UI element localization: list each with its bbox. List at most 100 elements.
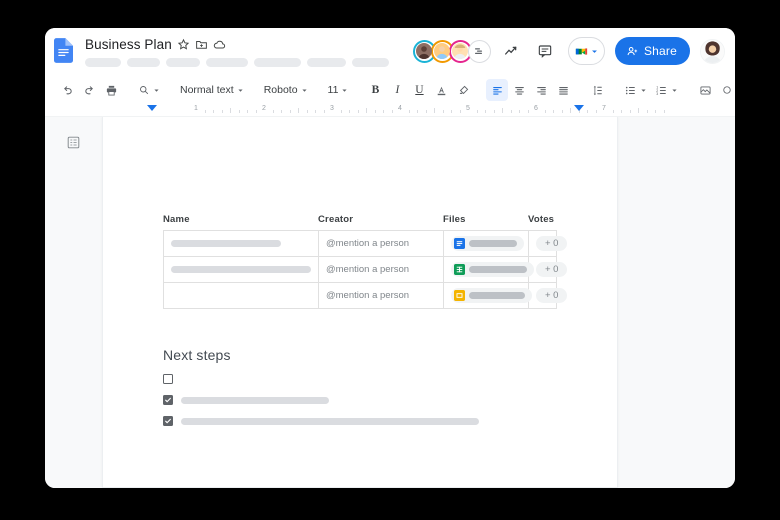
ruler-tick	[655, 110, 656, 113]
menu-item-insert[interactable]	[206, 58, 248, 67]
vote-chip[interactable]: + 0	[536, 236, 568, 251]
right-indent-marker[interactable]	[574, 105, 584, 111]
file-name-placeholder-bar	[469, 292, 525, 299]
menu-bar	[85, 58, 413, 67]
italic-button[interactable]: I	[386, 79, 408, 101]
ruler-tick	[587, 110, 588, 113]
google-docs-logo-icon[interactable]	[54, 38, 73, 63]
comments-button[interactable]	[531, 37, 559, 65]
ruler-tick	[502, 108, 503, 113]
formatting-toolbar: Normal text Roboto 11 B I U 1 2 3	[45, 76, 735, 104]
vote-chip[interactable]: + 0	[536, 262, 568, 277]
cell-name[interactable]	[164, 283, 319, 308]
mention-placeholder[interactable]: @mention a person	[326, 264, 409, 275]
next-steps-heading: Next steps	[163, 347, 231, 363]
ruler-tick	[238, 110, 240, 113]
cell-votes[interactable]: + 0	[529, 283, 622, 308]
task-item[interactable]	[163, 395, 557, 405]
app-header: Business Plan Share	[45, 28, 735, 76]
font-family-value: Roboto	[263, 84, 298, 96]
table-row[interactable]: @mention a person + 0	[164, 231, 568, 257]
bold-button[interactable]: B	[364, 79, 386, 101]
document-page[interactable]: Name Creator Files Votes @mention a pers…	[102, 117, 618, 488]
menu-item-extensions[interactable]	[352, 58, 389, 67]
column-header-creator: Creator	[318, 214, 354, 225]
file-chip[interactable]	[451, 288, 532, 303]
underline-button[interactable]: U	[408, 79, 430, 101]
mention-placeholder[interactable]: @mention a person	[326, 290, 409, 301]
text-color-button[interactable]	[430, 79, 452, 101]
insert-image-button[interactable]	[694, 79, 716, 101]
ruler-tick	[646, 110, 648, 113]
file-name-placeholder-bar	[469, 266, 527, 273]
cell-creator[interactable]: @mention a person	[319, 283, 444, 308]
undo-button[interactable]	[56, 79, 78, 101]
cell-votes[interactable]: + 0	[529, 231, 622, 256]
zoom-control[interactable]	[134, 79, 164, 101]
checkbox-unchecked-icon[interactable]	[163, 374, 173, 384]
file-chip[interactable]	[451, 236, 524, 251]
ruler-tick	[383, 110, 384, 113]
redo-button[interactable]	[78, 79, 100, 101]
star-icon[interactable]	[177, 38, 190, 51]
checkbox-checked-icon[interactable]	[163, 395, 173, 405]
chevron-down-icon	[672, 89, 678, 92]
move-to-folder-icon[interactable]	[195, 38, 208, 51]
line-spacing-button[interactable]	[586, 79, 608, 101]
menu-item-format[interactable]	[254, 58, 301, 67]
share-button[interactable]: Share	[614, 37, 690, 65]
cell-files[interactable]	[444, 231, 529, 256]
ruler-tick	[570, 108, 571, 113]
align-center-button[interactable]	[508, 79, 530, 101]
document-title[interactable]: Business Plan	[85, 37, 172, 52]
file-chip[interactable]	[451, 262, 534, 277]
align-right-button[interactable]	[530, 79, 552, 101]
checkbox-checked-icon[interactable]	[163, 416, 173, 426]
present-screen-icon[interactable]	[467, 39, 491, 63]
account-avatar[interactable]	[700, 38, 725, 64]
highlight-color-button[interactable]	[452, 79, 474, 101]
menu-item-tools[interactable]	[307, 58, 346, 67]
task-item[interactable]	[163, 416, 557, 426]
menu-item-edit[interactable]	[127, 58, 160, 67]
insert-link-button[interactable]	[716, 79, 735, 101]
align-justify-button[interactable]	[552, 79, 574, 101]
ruler-tick	[272, 110, 274, 113]
ruler-tick	[553, 110, 554, 113]
cell-files[interactable]	[444, 257, 534, 282]
menu-item-file[interactable]	[85, 58, 121, 67]
numbered-list-dropdown[interactable]: 1 2 3	[651, 79, 682, 101]
paragraph-style-dropdown[interactable]: Normal text	[176, 79, 248, 101]
docs-file-icon	[454, 238, 465, 249]
table-row[interactable]: @mention a person + 0	[164, 257, 568, 283]
print-button[interactable]	[100, 79, 122, 101]
cell-name[interactable]	[164, 257, 319, 282]
horizontal-ruler[interactable]: 1 2 3 4 5 6 7	[45, 104, 735, 117]
bulleted-list-dropdown[interactable]	[620, 79, 651, 101]
ruler-tick	[638, 108, 639, 113]
task-item[interactable]	[163, 374, 557, 384]
left-indent-marker[interactable]	[147, 105, 157, 111]
document-outline-button[interactable]	[63, 131, 85, 153]
vote-chip[interactable]: + 0	[536, 288, 568, 303]
task-placeholder-bar	[181, 417, 479, 425]
ruler-tick	[340, 110, 342, 113]
align-left-button[interactable]	[486, 79, 509, 101]
ruler-tick	[434, 108, 435, 113]
cell-files[interactable]	[444, 283, 532, 308]
file-name-placeholder-bar	[469, 240, 517, 247]
table-row[interactable]: @mention a person + 0	[164, 283, 568, 309]
cell-name[interactable]	[164, 231, 319, 256]
menu-item-view[interactable]	[166, 58, 200, 67]
google-meet-button[interactable]	[567, 37, 605, 65]
activity-dashboard-button[interactable]	[497, 37, 525, 65]
title-row: Business Plan	[85, 35, 413, 53]
cell-votes[interactable]: + 0	[529, 257, 622, 282]
paragraph-style-value: Normal text	[180, 84, 234, 96]
cloud-saved-icon[interactable]	[213, 38, 226, 51]
mention-placeholder[interactable]: @mention a person	[326, 238, 409, 249]
cell-creator[interactable]: @mention a person	[319, 257, 444, 282]
font-size-control[interactable]: 11	[324, 79, 353, 101]
cell-creator[interactable]: @mention a person	[319, 231, 444, 256]
font-family-dropdown[interactable]: Roboto	[260, 79, 312, 101]
